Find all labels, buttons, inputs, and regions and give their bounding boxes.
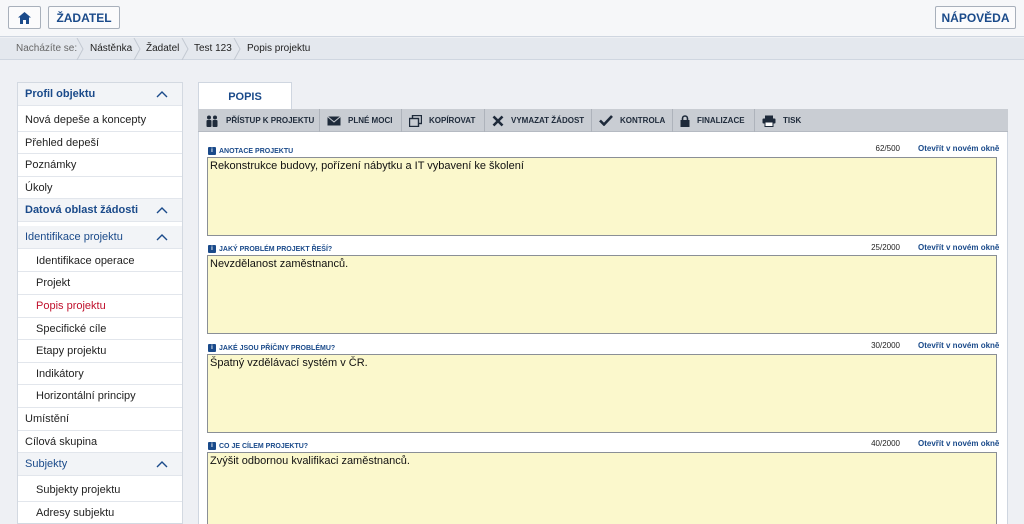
print-button[interactable]: TISK	[755, 109, 815, 132]
sidebar-item-label: Datová oblast žádosti	[25, 204, 139, 217]
toolbar-label: PLNÉ MOCI	[348, 116, 393, 125]
breadcrumb-separator-icon	[133, 38, 141, 60]
copy-button[interactable]: KOPÍROVAT	[402, 109, 485, 132]
sidebar-item-popis-projektu[interactable]: Popis projektu	[18, 295, 182, 318]
info-icon[interactable]: i	[208, 147, 216, 155]
sidebar-item-etapy-projektu[interactable]: Etapy projektu	[18, 340, 182, 363]
home-button[interactable]	[8, 6, 41, 29]
delete-request-button[interactable]: VYMAZAT ŽÁDOST	[485, 109, 592, 132]
sidebar: Profil objektu Nová depeše a koncepty Př…	[17, 82, 183, 524]
textarea-problem[interactable]: Nevzdělanost zaměstnanců.	[207, 255, 997, 334]
sidebar-item-label: Subjekty	[25, 458, 68, 471]
chevron-up-icon[interactable]	[156, 206, 168, 214]
zadatel-button[interactable]: ŽADATEL	[48, 6, 120, 29]
breadcrumb-item-zadatel[interactable]: Žadatel	[146, 38, 179, 60]
access-button[interactable]: PŘÍSTUP K PROJEKTU	[198, 109, 320, 132]
sidebar-item-label: Profil objektu	[25, 88, 96, 100]
check-icon	[599, 115, 613, 126]
sidebar-item-prehled-depesi[interactable]: Přehled depeší	[18, 131, 182, 155]
sidebar-item-identifikace-operace[interactable]: Identifikace operace	[18, 249, 182, 273]
breadcrumb-separator-icon	[233, 38, 241, 60]
open-new-window-link[interactable]: Otevřít v novém okně	[918, 341, 999, 351]
open-new-window-link[interactable]: Otevřít v novém okně	[918, 144, 999, 154]
char-counter: 62/500	[875, 144, 900, 153]
sidebar-item-indikatory[interactable]: Indikátory	[18, 362, 182, 386]
field-label-priciny: i JAKÉ JSOU PŘÍČINY PROBLÉMU?	[208, 343, 335, 353]
sidebar-item-horizontalni-principy[interactable]: Horizontální principy	[18, 385, 182, 408]
open-new-window-link[interactable]: Otevřít v novém okně	[918, 439, 999, 449]
toolbar-label: KOPÍROVAT	[429, 116, 476, 125]
sidebar-item-nova-depese[interactable]: Nová depeše a koncepty	[18, 109, 182, 132]
sidebar-section-profil[interactable]: Profil objektu	[18, 83, 182, 106]
sidebar-item-specificke-cile[interactable]: Specifické cíle	[18, 317, 182, 341]
breadcrumb-separator-icon	[76, 38, 84, 60]
sidebar-item-adresy-subjektu[interactable]: Adresy subjektu	[18, 501, 182, 523]
textarea-cil[interactable]: Zvýšit odbornou kvalifikaci zaměstnanců.	[207, 452, 997, 524]
textarea-priciny[interactable]: Špatný vzdělávací systém v ČR.	[207, 354, 997, 433]
toolbar-label: FINALIZACE	[697, 116, 745, 125]
home-icon	[18, 11, 31, 24]
chevron-up-icon[interactable]	[156, 233, 168, 241]
sidebar-item-poznamky[interactable]: Poznámky	[18, 154, 182, 177]
breadcrumb-item-nastenka[interactable]: Nástěnka	[90, 38, 132, 60]
breadcrumb-separator-icon	[181, 38, 189, 60]
sidebar-item-projekt[interactable]: Projekt	[18, 272, 182, 295]
top-bar: ŽADATEL NÁPOVĚDA	[0, 0, 1024, 37]
sidebar-group-identifikace-projektu[interactable]: Identifikace projektu	[18, 226, 182, 249]
sidebar-item-umisteni[interactable]: Umístění	[18, 408, 182, 431]
toolbar-label: PŘÍSTUP K PROJEKTU	[226, 116, 315, 125]
field-label-problem: i JAKÝ PROBLÉM PROJEKT ŘEŠÍ?	[208, 244, 332, 254]
sidebar-item-cilova-skupina[interactable]: Cílová skupina	[18, 430, 182, 454]
breadcrumb-prefix: Nacházíte se:	[16, 43, 78, 54]
delete-icon	[492, 115, 504, 126]
field-label-cil: i CO JE CÍLEM PROJEKTU?	[208, 441, 308, 451]
chevron-up-icon[interactable]	[156, 460, 168, 468]
check-button[interactable]: KONTROLA	[592, 109, 673, 132]
open-new-window-link[interactable]: Otevřít v novém okně	[918, 243, 999, 253]
breadcrumb-item-test[interactable]: Test 123	[194, 38, 232, 60]
sidebar-group-subjekty[interactable]: Subjekty	[18, 453, 182, 476]
char-counter: 40/2000	[871, 439, 900, 448]
info-icon[interactable]: i	[208, 442, 216, 450]
toolbar-label: KONTROLA	[620, 116, 666, 125]
sidebar-section-datova-oblast[interactable]: Datová oblast žádosti	[18, 199, 182, 222]
action-toolbar: PŘÍSTUP K PROJEKTU PLNÉ MOCI KOPÍROVAT V…	[198, 109, 1008, 132]
sidebar-item-label: Identifikace projektu	[25, 231, 123, 243]
toolbar-label: TISK	[783, 116, 802, 125]
toolbar-label: VYMAZAT ŽÁDOST	[511, 116, 585, 125]
field-label-anotace: i ANOTACE PROJEKTU	[208, 146, 293, 156]
tab-popis-projektu[interactable]: POPIS PROJEKTU	[198, 82, 292, 131]
print-icon	[762, 115, 776, 127]
copy-icon	[409, 114, 422, 127]
info-icon[interactable]: i	[208, 344, 216, 352]
help-button[interactable]: NÁPOVĚDA	[935, 6, 1016, 29]
powers-of-attorney-button[interactable]: PLNÉ MOCI	[320, 109, 402, 132]
sidebar-item-subjekty-projektu[interactable]: Subjekty projektu	[18, 479, 182, 502]
lock-icon	[680, 114, 690, 127]
breadcrumb-item-current: Popis projektu	[247, 43, 311, 54]
textarea-anotace[interactable]: Rekonstrukce budovy, pořízení nábytku a …	[207, 157, 997, 236]
chevron-up-icon[interactable]	[156, 90, 168, 98]
sidebar-item-ukoly[interactable]: Úkoly	[18, 176, 182, 200]
envelope-icon	[327, 115, 341, 125]
info-icon[interactable]: i	[208, 245, 216, 253]
breadcrumb: Nacházíte se: Nástěnka Žadatel Test 123 …	[0, 38, 1024, 60]
people-icon	[206, 115, 218, 127]
char-counter: 25/2000	[871, 243, 900, 252]
char-counter: 30/2000	[871, 341, 900, 350]
finalize-button[interactable]: FINALIZACE	[673, 109, 755, 132]
